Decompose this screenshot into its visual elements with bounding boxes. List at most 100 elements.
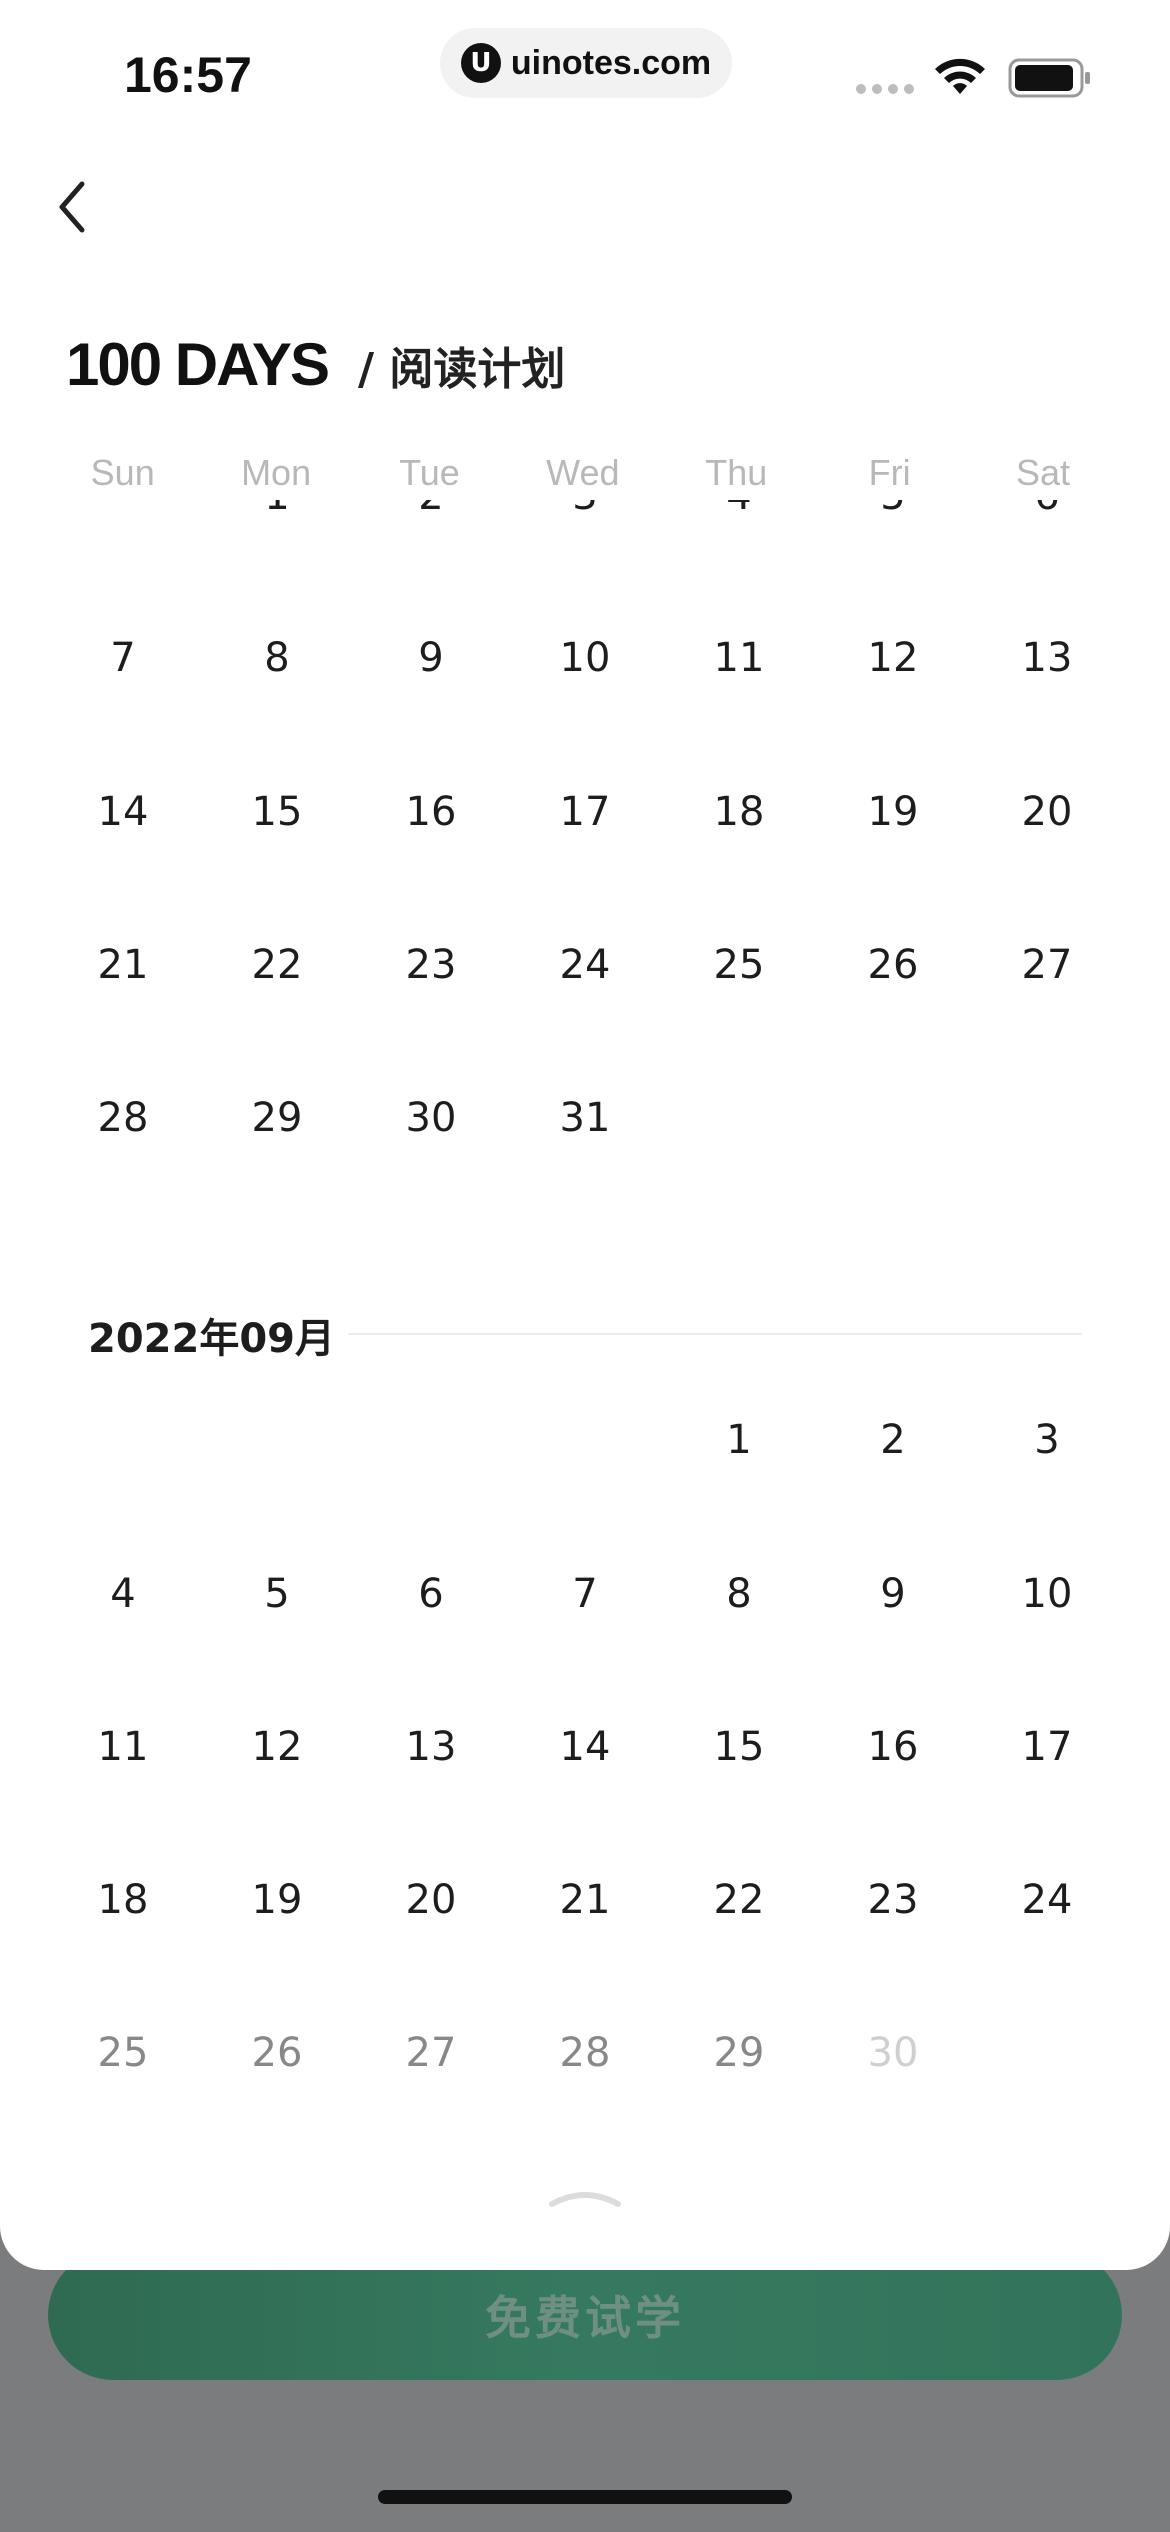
day-cell[interactable]: 10 [508,628,662,688]
day-cell[interactable]: 24 [508,935,662,995]
url-pill[interactable]: U uinotes.com [440,28,732,98]
collapse-chevron-icon[interactable] [548,2182,622,2212]
calendar-row: 4 5 6 7 8 9 10 [46,1564,1124,1624]
day-cell[interactable]: 19 [816,782,970,842]
day-cell[interactable]: 22 [200,935,354,995]
day-cell[interactable]: 7 [508,1564,662,1624]
day-cell[interactable]: 28 [46,1088,200,1148]
day-cell[interactable]: 6 [970,500,1124,526]
day-cell[interactable]: 8 [662,1564,816,1624]
day-cell[interactable]: 25 [46,2023,200,2083]
day-cell[interactable]: 17 [508,782,662,842]
day-cell[interactable]: 12 [200,1717,354,1777]
day-cell[interactable]: 18 [46,1870,200,1930]
day-cell[interactable]: 27 [354,2023,508,2083]
weekday-wed: Wed [546,452,620,493]
calendar-scroll[interactable]: 1 2 3 4 5 6 7 8 9 10 11 12 13 14 15 16 1… [0,500,1170,2160]
day-cell[interactable]: 13 [354,1717,508,1777]
day-cell-empty [662,1088,816,1148]
wifi-icon [935,58,985,94]
weekday-sat: Sat [1016,452,1071,493]
day-cell[interactable]: 13 [970,628,1124,688]
calendar-row: 1 2 3 4 5 6 [46,500,1124,526]
weekday-fri: Fri [868,452,911,493]
day-cell[interactable]: 14 [46,782,200,842]
day-cell[interactable]: 1 [200,500,354,526]
day-cell[interactable]: 16 [354,782,508,842]
day-cell[interactable]: 9 [816,1564,970,1624]
day-cell[interactable]: 24 [970,1870,1124,1930]
day-cell[interactable]: 9 [354,628,508,688]
day-cell[interactable]: 17 [970,1717,1124,1777]
day-cell[interactable]: 31 [508,1088,662,1148]
url-text: uinotes.com [510,43,712,82]
day-cell[interactable]: 3 [508,500,662,526]
day-cell-empty [46,1410,200,1470]
day-cell[interactable]: 27 [970,935,1124,995]
day-cell[interactable]: 7 [46,628,200,688]
day-cell[interactable]: 15 [662,1717,816,1777]
day-cell[interactable]: 16 [816,1717,970,1777]
day-cell[interactable]: 8 [200,628,354,688]
day-cell[interactable]: 23 [354,935,508,995]
day-cell[interactable]: 21 [508,1870,662,1930]
day-cell-empty [354,1410,508,1470]
day-cell[interactable]: 30 [816,2023,970,2083]
weekday-thu: Thu [705,452,768,493]
day-cell[interactable]: 21 [46,935,200,995]
page-header: 100 DAYS / 阅读计划 [66,330,565,399]
month-divider [348,1333,1082,1335]
day-cell[interactable]: 23 [816,1870,970,1930]
home-indicator [378,2490,792,2504]
day-cell[interactable]: 10 [970,1564,1124,1624]
battery-icon [1008,58,1090,98]
day-cell-empty [970,2023,1124,2083]
calendar-row: 18 19 20 21 22 23 24 [46,1870,1124,1930]
day-cell-empty [200,1410,354,1470]
day-cell[interactable]: 22 [662,1870,816,1930]
cellular-signal-icon [856,84,914,94]
brand-logo: 100 DAYS [66,331,330,398]
day-cell[interactable]: 5 [816,500,970,526]
calendar-row: 14 15 16 17 18 19 20 [46,782,1124,842]
day-cell[interactable]: 1 [662,1410,816,1470]
day-cell[interactable]: 25 [662,935,816,995]
weekday-sun: Sun [90,452,155,493]
day-cell[interactable]: 3 [970,1410,1124,1470]
day-cell[interactable]: 26 [200,2023,354,2083]
day-cell[interactable]: 14 [508,1717,662,1777]
day-cell[interactable]: 11 [662,628,816,688]
day-cell[interactable]: 2 [816,1410,970,1470]
calendar-row: 7 8 9 10 11 12 13 [46,628,1124,688]
day-cell[interactable]: 29 [662,2023,816,2083]
day-cell[interactable]: 5 [200,1564,354,1624]
day-cell-empty [970,1088,1124,1148]
day-cell-empty [46,500,200,526]
calendar-row: 25 26 27 28 29 30 [46,2023,1124,2083]
day-cell[interactable]: 15 [200,782,354,842]
day-cell[interactable]: 4 [662,500,816,526]
day-cell-empty [816,1088,970,1148]
day-cell[interactable]: 12 [816,628,970,688]
day-cell[interactable]: 11 [46,1717,200,1777]
month-title: 2022年09月 [88,1316,335,1362]
day-cell[interactable]: 20 [354,1870,508,1930]
calendar-row: 11 12 13 14 15 16 17 [46,1717,1124,1777]
day-cell[interactable]: 2 [354,500,508,526]
day-cell[interactable]: 29 [200,1088,354,1148]
day-cell[interactable]: 28 [508,2023,662,2083]
calendar-sheet: 16:57 U uinotes.com 100 DAYS / 阅读计划 Sun … [0,0,1170,2270]
weekday-mon: Mon [241,452,312,493]
calendar-row: 28 29 30 31 [46,1088,1124,1148]
day-cell[interactable]: 18 [662,782,816,842]
day-cell[interactable]: 6 [354,1564,508,1624]
day-cell[interactable]: 26 [816,935,970,995]
day-cell-empty [508,1410,662,1470]
day-cell[interactable]: 4 [46,1564,200,1624]
calendar-row: 21 22 23 24 25 26 27 [46,935,1124,995]
back-chevron-icon[interactable] [48,172,98,242]
day-cell[interactable]: 30 [354,1088,508,1148]
day-cell[interactable]: 20 [970,782,1124,842]
site-logo-icon: U [460,43,501,83]
day-cell[interactable]: 19 [200,1870,354,1930]
